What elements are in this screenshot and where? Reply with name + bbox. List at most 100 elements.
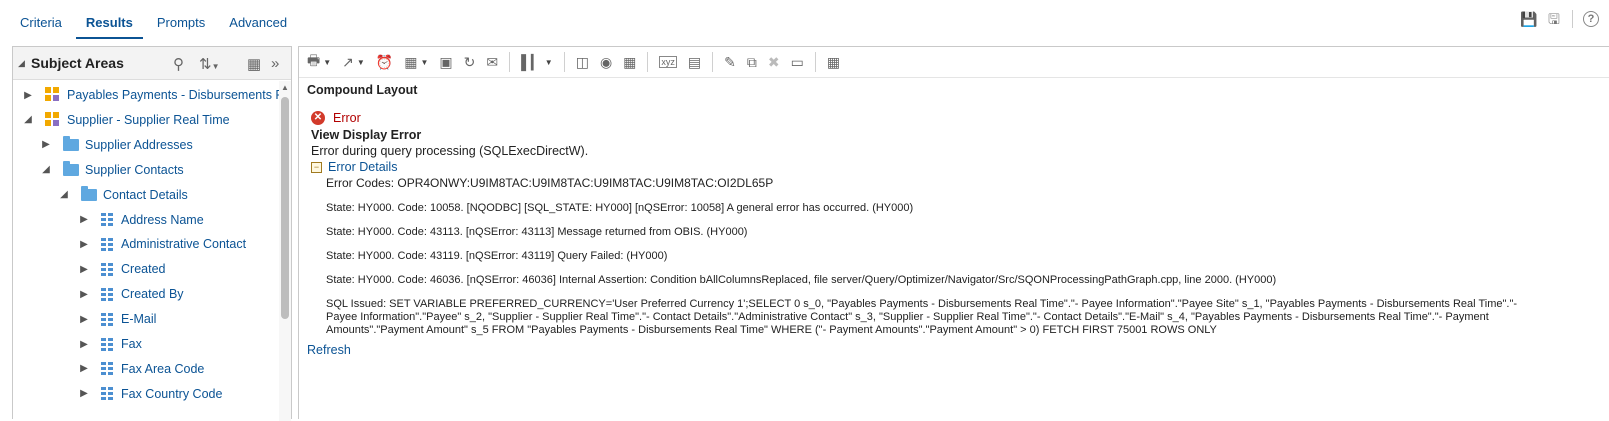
schedule-icon[interactable]: ⏰ xyxy=(376,54,393,71)
subject-areas-panel: ◢ Subject Areas ⚲ ⇅▼ ▦ » ▶ Payables Payme… xyxy=(12,46,292,421)
expand-arrow-icon[interactable]: ▶ xyxy=(79,363,89,374)
search-icon[interactable]: ⚲ xyxy=(173,55,184,73)
print-icon[interactable]: 🖶 ▼ xyxy=(307,50,331,74)
tree-item-label[interactable]: Address Name xyxy=(121,213,204,227)
tree-item-label[interactable]: Created xyxy=(121,262,165,276)
tab-prompts[interactable]: Prompts xyxy=(147,12,215,39)
tree-item[interactable]: ▶ Supplier Addresses xyxy=(41,134,193,156)
tree-item-label[interactable]: Fax Area Code xyxy=(121,362,204,376)
tree-item-label[interactable]: Contact Details xyxy=(103,188,188,202)
error-details-link[interactable]: Error Details xyxy=(328,160,397,174)
tree-item-label[interactable]: Supplier Contacts xyxy=(85,163,184,177)
results-panel: 🖶 ▼ ↗ ▼ ⏰ ▦ ▼ ▣ ↻ ✉ ▌▎ ▼ ◫ ◉ ▦ xyz ▤ ✎ ⧉ ✖ ▭… xyxy=(298,46,1609,419)
new-view-icon[interactable]: ▌▎ ▼ xyxy=(521,54,553,71)
tree-item[interactable]: ▶ Fax xyxy=(79,333,142,355)
folder-icon xyxy=(63,160,79,176)
subject-area-tree: ▶ Payables Payments - Disbursements Real … xyxy=(13,81,279,421)
help-icon[interactable]: ? xyxy=(1583,11,1599,27)
tree-item-label[interactable]: Payables Payments - Disbursements Real T… xyxy=(67,88,279,102)
divider xyxy=(563,52,565,72)
save-as-icon[interactable]: 🖫 xyxy=(1546,11,1562,27)
add-view-icon[interactable]: ◫ xyxy=(576,54,589,71)
expand-arrow-icon[interactable]: ▶ xyxy=(79,339,89,350)
refresh-icon[interactable]: ↻ xyxy=(464,54,476,71)
error-view: ✕ Error View Display Error Error during … xyxy=(307,111,1591,357)
error-codes-value: OPR4ONWY:U9IM8TAC:U9IM8TAC:U9IM8TAC:U9IM… xyxy=(397,176,774,190)
collapse-arrow-icon[interactable]: ◢ xyxy=(59,189,69,200)
save-icon[interactable]: 💾 xyxy=(1520,11,1537,27)
layout-icon[interactable]: ▦ ▼ xyxy=(404,54,428,71)
chart-properties-icon[interactable]: ▦ xyxy=(827,54,840,71)
compound-layout: Compound Layout ✕ Error View Display Err… xyxy=(307,83,1597,357)
rename-view-icon[interactable]: ▭ xyxy=(791,54,804,71)
duplicate-view-icon[interactable]: ⧉ xyxy=(747,54,757,71)
expand-arrow-icon[interactable]: ▶ xyxy=(79,289,89,300)
add-subject-area-icon[interactable]: ▦ xyxy=(247,55,261,73)
expand-arrow-icon[interactable]: ▶ xyxy=(79,214,89,225)
tab-results[interactable]: Results xyxy=(75,12,143,39)
tree-item-label[interactable]: Fax Country Code xyxy=(121,387,222,401)
expand-arrow-icon[interactable]: ▶ xyxy=(79,314,89,325)
tree-item[interactable]: ▶ Created By xyxy=(79,283,184,305)
tree-scrollbar[interactable]: ▲ xyxy=(279,81,291,421)
error-details: Error Codes: OPR4ONWY:U9IM8TAC:U9IM8TAC:… xyxy=(326,176,1591,337)
tree-item[interactable]: ▶ Created xyxy=(79,258,165,280)
tree-item-label[interactable]: E-Mail xyxy=(121,312,156,326)
collapse-icon[interactable]: − xyxy=(311,161,322,173)
tab-advanced[interactable]: Advanced xyxy=(219,12,297,39)
tree-item[interactable]: ◢ Supplier Contacts xyxy=(41,159,184,181)
title-view-icon[interactable]: xyz xyxy=(659,56,677,68)
collapse-arrow-icon[interactable]: ◢ xyxy=(41,164,51,175)
subject-areas-title: Subject Areas xyxy=(31,55,124,71)
error-label: Error xyxy=(333,111,361,125)
tree-item[interactable]: ▶ Fax Area Code xyxy=(79,358,204,380)
expand-arrow-icon[interactable]: ▶ xyxy=(41,139,51,150)
tree-item-label[interactable]: Administrative Contact xyxy=(121,237,246,251)
edit-view-icon[interactable]: ✎ xyxy=(724,54,736,71)
divider xyxy=(647,52,649,72)
refresh-link[interactable]: Refresh xyxy=(307,343,1591,357)
preview-icon[interactable]: ▣ xyxy=(439,54,452,71)
table-view-icon[interactable]: ▦ xyxy=(623,54,636,71)
tab-criteria[interactable]: Criteria xyxy=(10,12,72,39)
error-icon: ✕ xyxy=(311,111,325,125)
expand-arrow-icon[interactable]: ▶ xyxy=(79,239,89,250)
divider xyxy=(712,52,714,72)
column-icon xyxy=(101,237,114,251)
tree-item[interactable]: ◢ Supplier - Supplier Real Time xyxy=(23,109,230,131)
column-icon xyxy=(101,287,114,301)
expand-arrow-icon[interactable]: ▶ xyxy=(79,388,89,399)
remove-view-icon[interactable]: ✖ xyxy=(768,54,780,71)
expand-panel-icon[interactable]: » xyxy=(271,55,279,72)
expand-arrow-icon[interactable]: ▶ xyxy=(23,90,33,101)
expand-arrow-icon[interactable]: ▶ xyxy=(79,264,89,275)
column-icon xyxy=(101,262,114,276)
text-view-icon[interactable]: ▤ xyxy=(688,54,701,71)
divider xyxy=(509,52,511,72)
tree-item-label[interactable]: Created By xyxy=(121,287,184,301)
scroll-thumb[interactable] xyxy=(281,97,289,319)
folder-icon xyxy=(81,185,97,201)
column-icon xyxy=(101,362,114,376)
tree-item[interactable]: ▶ Administrative Contact xyxy=(79,233,246,255)
tree-item[interactable]: ◢ Contact Details xyxy=(59,184,188,206)
top-actions: 💾 🖫 ? xyxy=(1510,10,1599,28)
tree-item[interactable]: ▶ Address Name xyxy=(79,209,204,231)
error-details-toggle[interactable]: − Error Details xyxy=(311,160,1591,174)
tree-item[interactable]: ▶ Payables Payments - Disbursements Real … xyxy=(23,84,279,106)
subject-area-icon xyxy=(45,87,61,103)
tree-item-label[interactable]: Supplier - Supplier Real Time xyxy=(67,113,230,127)
scroll-up-icon[interactable]: ▲ xyxy=(281,83,289,92)
email-icon[interactable]: ✉ xyxy=(486,54,498,71)
tree-item-label[interactable]: Supplier Addresses xyxy=(85,138,193,152)
export-icon[interactable]: ↗ ▼ xyxy=(342,54,365,71)
collapse-panel-icon[interactable]: ◢ xyxy=(18,58,25,69)
collapse-arrow-icon[interactable]: ◢ xyxy=(23,114,33,125)
combine-icon[interactable]: ◉ xyxy=(600,54,612,71)
tree-item[interactable]: ▶ Fax Country Code xyxy=(79,383,222,405)
column-icon xyxy=(101,337,114,351)
tree-item[interactable]: ▶ E-Mail xyxy=(79,308,156,330)
divider xyxy=(1572,10,1573,28)
sort-icon[interactable]: ⇅▼ xyxy=(199,55,220,73)
tree-item-label[interactable]: Fax xyxy=(121,337,142,351)
